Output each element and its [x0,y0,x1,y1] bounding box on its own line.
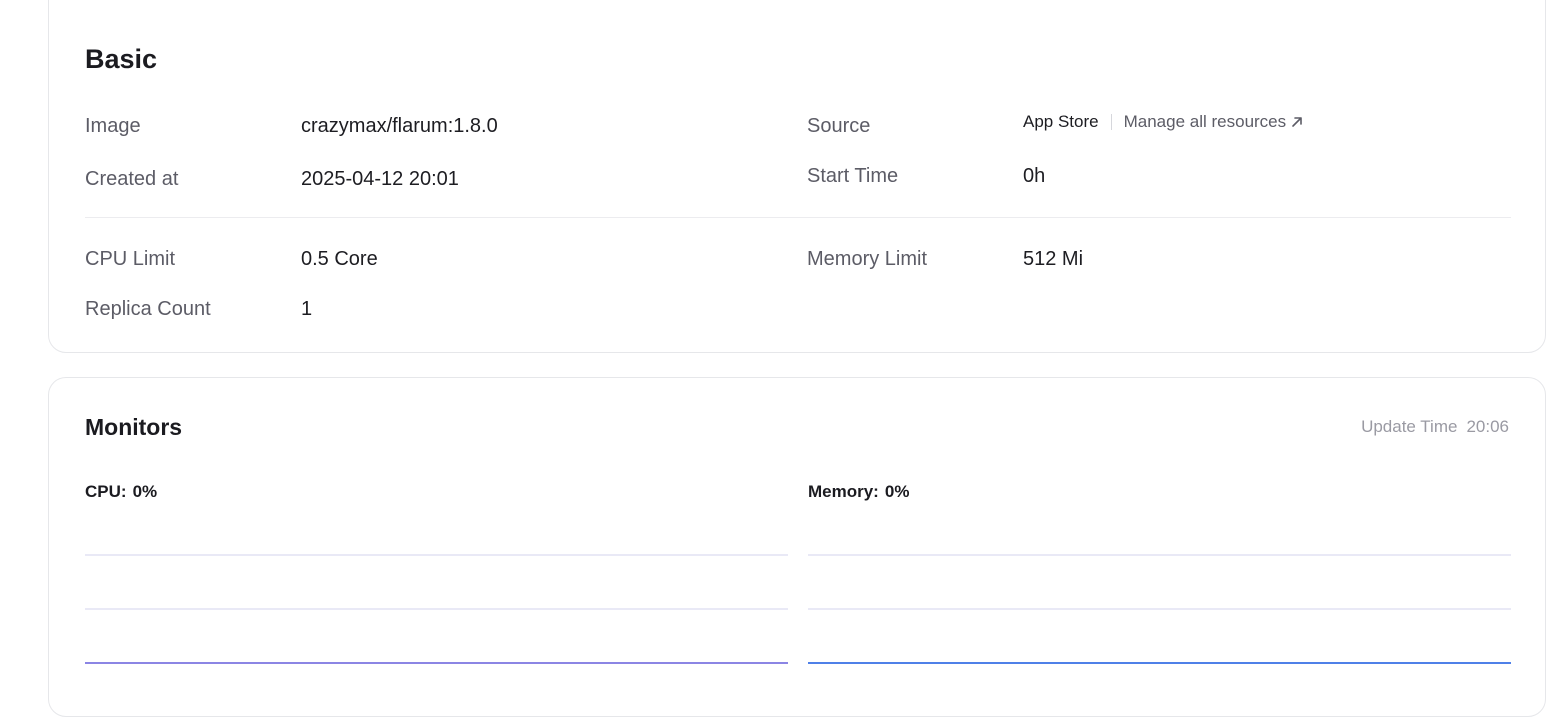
arrow-up-right-icon [1292,117,1302,127]
memory-limit-label: Memory Limit [807,248,928,270]
source-label: Source [807,115,871,137]
cpu-chart [85,518,788,668]
memory-metric: Memory: 0% [808,482,909,502]
source-value: App Store [1023,112,1099,131]
update-time-value: 20:06 [1466,417,1509,436]
start-time-value: 0h [1023,165,1046,187]
memory-chart [808,518,1511,668]
created-label: Created at [85,168,179,190]
image-label: Image [85,115,141,137]
section-divider [85,217,1511,218]
memory-metric-value: 0% [884,482,910,501]
cpu-limit-value: 0.5 Core [301,248,378,270]
update-time-label: Update Time [1361,417,1458,436]
source-divider [1110,114,1112,130]
memory-limit-value: 512 Mi [1023,248,1084,270]
replica-count-value: 1 [301,298,313,320]
cpu-chart-svg [85,554,788,664]
manage-resources-label: Manage all resources [1123,112,1287,131]
cpu-limit-label: CPU Limit [85,248,176,270]
created-value: 2025-04-12 20:01 [301,168,459,190]
basic-card: Basic Image crazymax/flarum:1.8.0 Source… [48,0,1546,353]
memory-chart-svg [808,554,1511,664]
start-time-label: Start Time [807,165,899,187]
monitors-card: Monitors Update Time 20:06 CPU: 0% Memory:… [48,377,1546,717]
update-time: Update Time 20:06 [1361,417,1509,437]
basic-title: Basic [85,44,158,74]
cpu-metric-value: 0% [132,482,158,501]
manage-resources-link[interactable]: Manage all resources [1124,112,1305,132]
source-value-group: App Store Manage all resources [1023,112,1304,132]
cpu-metric-label: CPU: [85,482,127,501]
replica-count-label: Replica Count [85,298,211,320]
cpu-metric: CPU: 0% [85,482,157,502]
image-value: crazymax/flarum:1.8.0 [301,115,498,137]
monitors-title: Monitors [85,414,183,440]
memory-metric-label: Memory: [808,482,879,501]
